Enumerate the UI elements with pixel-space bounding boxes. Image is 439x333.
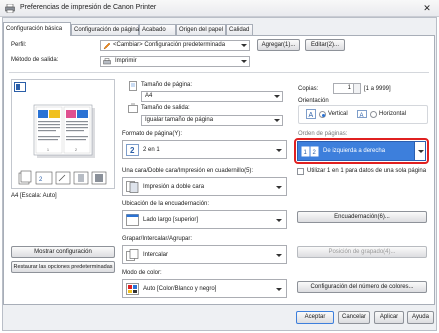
tab-paper-source[interactable]: Origen del papel <box>176 24 226 35</box>
tab-quality[interactable]: Calidad <box>226 24 253 35</box>
tab-strip: Configuración básica Configuración de pá… <box>3 22 433 36</box>
page-size-select[interactable]: A4 <box>141 91 283 102</box>
tab-finishing[interactable]: Acabado <box>139 24 176 35</box>
svg-text:A: A <box>360 113 364 119</box>
profile-label: Perfil: <box>11 42 27 48</box>
output-size-value: Igualar tamaño de página <box>145 117 214 123</box>
copies-value: 1 <box>347 85 351 91</box>
color-label: Modo de color: <box>122 270 162 276</box>
separator <box>9 72 429 73</box>
staple-value: Intercalar <box>143 252 169 258</box>
color-value: Auto [Color/Blanco y negro] <box>143 286 217 292</box>
color-select[interactable]: Auto [Color/Blanco y negro] <box>122 279 287 298</box>
chevron-down-icon <box>276 288 282 291</box>
duplex-icon <box>126 181 139 193</box>
chevron-down-icon <box>241 44 247 47</box>
edit-profile-button[interactable]: Editar(2)... <box>305 39 345 51</box>
output-size-select[interactable]: Igualar tamaño de página <box>141 115 283 126</box>
page-format-select[interactable]: 2 2 en 1 <box>122 140 287 159</box>
chevron-down-icon <box>276 219 282 222</box>
svg-text:2: 2 <box>130 146 135 155</box>
duplex-value: Impresión a doble cara <box>143 184 205 190</box>
page-preview-image: 1 2 <box>33 104 95 158</box>
one-page-label: Utilizar 1 en 1 para datos de una sola p… <box>307 168 427 174</box>
portrait-radio[interactable] <box>319 111 326 118</box>
chevron-down-icon <box>241 60 247 63</box>
page-size-icon <box>129 81 137 91</box>
window-title: Preferencias de impresión de Canon Print… <box>20 4 157 11</box>
landscape-icon: A <box>357 110 367 119</box>
preview-panel: 1 2 2 <box>11 79 115 189</box>
staple-label: Grapar/Intercalar/Agrupar: <box>122 236 193 242</box>
tab-page-setup[interactable]: Configuración de página <box>71 24 139 35</box>
page-size-label: Tamaño de página: <box>141 82 193 88</box>
duplex-label: Una cara/Doble cara/Impresión en cuadern… <box>122 168 254 174</box>
landscape-radio[interactable] <box>370 111 377 118</box>
preview-mode-icon[interactable] <box>14 82 26 92</box>
svg-text:A: A <box>309 112 314 119</box>
copies-label: Copias: <box>298 86 319 92</box>
output-label: Método de salida: <box>11 57 59 63</box>
close-button[interactable]: ✕ <box>417 2 437 14</box>
svg-text:1: 1 <box>47 148 49 152</box>
chevron-down-icon <box>274 119 280 122</box>
two-in-one-icon: 2 <box>126 144 139 156</box>
copies-range: [1 a 9999] <box>364 86 391 92</box>
page-format-value: 2 en 1 <box>143 147 160 153</box>
page-order-label: Orden de páginas: <box>298 131 348 137</box>
show-settings-button[interactable]: Mostrar configuración <box>11 246 115 258</box>
chevron-down-icon <box>276 254 282 257</box>
portrait-label: Vertical <box>328 111 348 117</box>
apply-button[interactable]: Aplicar <box>374 311 404 324</box>
cancel-button[interactable]: Cancelar <box>338 311 370 324</box>
output-select[interactable]: Imprimir <box>100 56 250 67</box>
restore-defaults-button[interactable]: Restaurar las opciones predeterminadas <box>11 261 115 273</box>
orientation-label: Orientación <box>298 98 329 104</box>
binding-value: Lado largo [superior] <box>143 217 199 223</box>
one-page-checkbox[interactable] <box>297 168 304 175</box>
binding-icon <box>126 214 139 226</box>
profile-select[interactable]: <Cambiar> Configuración predeterminada <box>100 40 250 51</box>
printer-icon <box>103 58 111 65</box>
output-size-label: Tamaño de salida: <box>141 105 190 111</box>
binding-label: Ubicación de la encuadernación: <box>122 201 210 207</box>
binding-select[interactable]: Lado largo [superior] <box>122 210 287 229</box>
chevron-down-icon <box>274 95 280 98</box>
page-size-value: A4 <box>145 93 153 99</box>
portrait-icon: A <box>306 109 316 119</box>
highlight-box <box>294 138 429 164</box>
chevron-down-icon <box>276 149 282 152</box>
profile-value: <Cambiar> Configuración predeterminada <box>113 42 226 48</box>
chevron-down-icon <box>276 186 282 189</box>
staple-position-button[interactable]: Posición de grapado(4)... <box>297 246 427 258</box>
duplex-select[interactable]: Impresión a doble cara <box>122 177 287 196</box>
pencil-icon <box>103 42 111 50</box>
staple-select[interactable]: Intercalar <box>122 245 287 264</box>
output-size-icon <box>128 103 138 113</box>
color-count-button[interactable]: Configuración del número de colores... <box>297 281 427 293</box>
landscape-label: Horizontal <box>379 111 407 117</box>
color-mode-icon <box>126 283 139 295</box>
printer-icon <box>5 4 15 13</box>
page-format-label: Formato de página(Y): <box>122 131 183 137</box>
ok-button[interactable]: Aceptar <box>296 311 334 324</box>
tab-basic[interactable]: Configuración básica <box>3 22 71 36</box>
binding-button[interactable]: Encuadernación(6)... <box>297 211 427 223</box>
copies-spinner[interactable] <box>353 84 360 93</box>
copies-input[interactable]: 1 <box>333 83 361 94</box>
finishing-icons: 2 <box>18 170 107 185</box>
collate-icon <box>126 249 139 261</box>
add-profile-button[interactable]: Agregar(1)... <box>257 39 300 51</box>
svg-text:2: 2 <box>75 148 77 152</box>
help-button[interactable]: Ayuda <box>407 311 434 324</box>
preview-scale-label: A4 [Escala: Auto] <box>11 193 57 199</box>
output-value: Imprimir <box>115 58 137 64</box>
